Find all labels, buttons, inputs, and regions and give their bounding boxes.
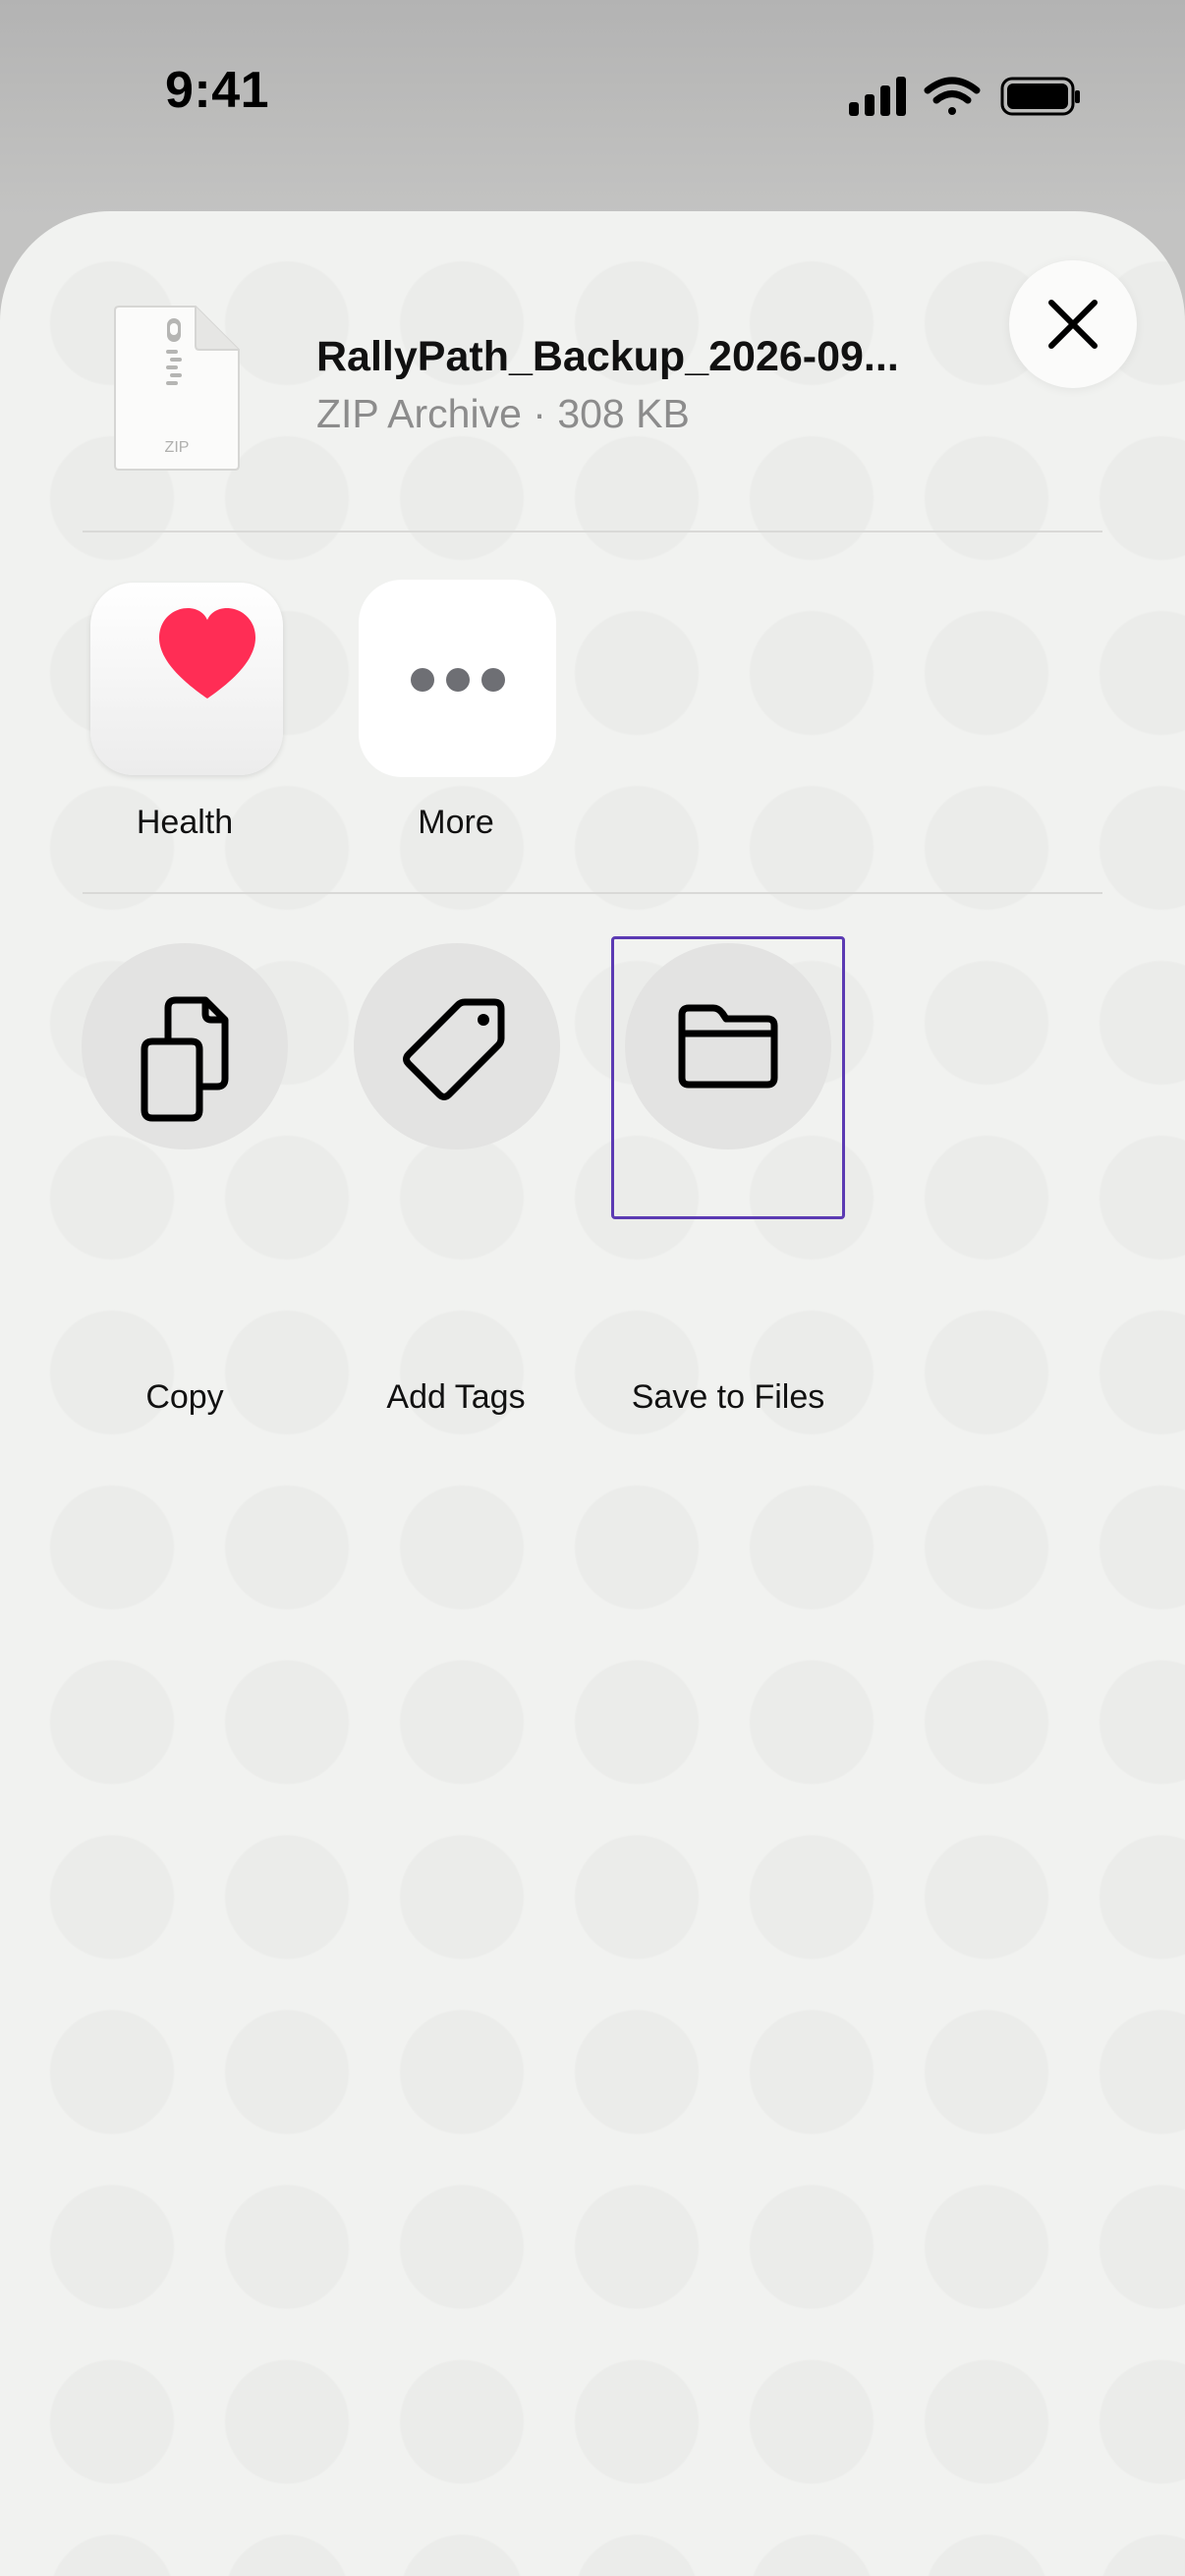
close-button[interactable] <box>1009 260 1137 388</box>
tag-icon <box>403 998 505 1100</box>
zip-file-icon: ZIP <box>113 305 241 472</box>
file-name: RallyPath_Backup_2026-09... <box>316 333 899 380</box>
status-bar: 9:41 <box>0 0 1185 196</box>
close-icon <box>1048 300 1098 349</box>
cellular-signal-icon <box>849 77 906 116</box>
save-to-files-highlight <box>611 936 845 1219</box>
more-ellipsis-icon <box>411 668 505 692</box>
status-icons <box>847 73 1083 122</box>
status-time: 9:41 <box>165 62 270 119</box>
action-label-add-tags: Add Tags <box>386 1378 526 1416</box>
copy-icon <box>141 996 229 1122</box>
app-label-health: Health <box>136 804 234 841</box>
action-label-copy: Copy <box>145 1378 224 1416</box>
wifi-icon <box>924 77 981 115</box>
action-label-save-to-files: Save to Files <box>631 1378 825 1416</box>
app-label-more: More <box>418 804 494 841</box>
share-sheet: ZIP RallyPath_Backup_2026-09... ZIP Arch… <box>0 211 1185 2576</box>
app-health[interactable] <box>90 583 283 775</box>
zip-caption: ZIP <box>165 439 190 456</box>
file-meta: ZIP Archive · 308 KB <box>316 391 690 436</box>
copy-button[interactable] <box>82 943 288 1149</box>
divider-middle <box>83 892 1102 894</box>
add-tags-button[interactable] <box>354 943 560 1149</box>
health-heart-icon <box>159 608 255 699</box>
app-more[interactable] <box>359 580 556 777</box>
battery-icon <box>1000 77 1080 116</box>
divider-top <box>83 531 1102 532</box>
